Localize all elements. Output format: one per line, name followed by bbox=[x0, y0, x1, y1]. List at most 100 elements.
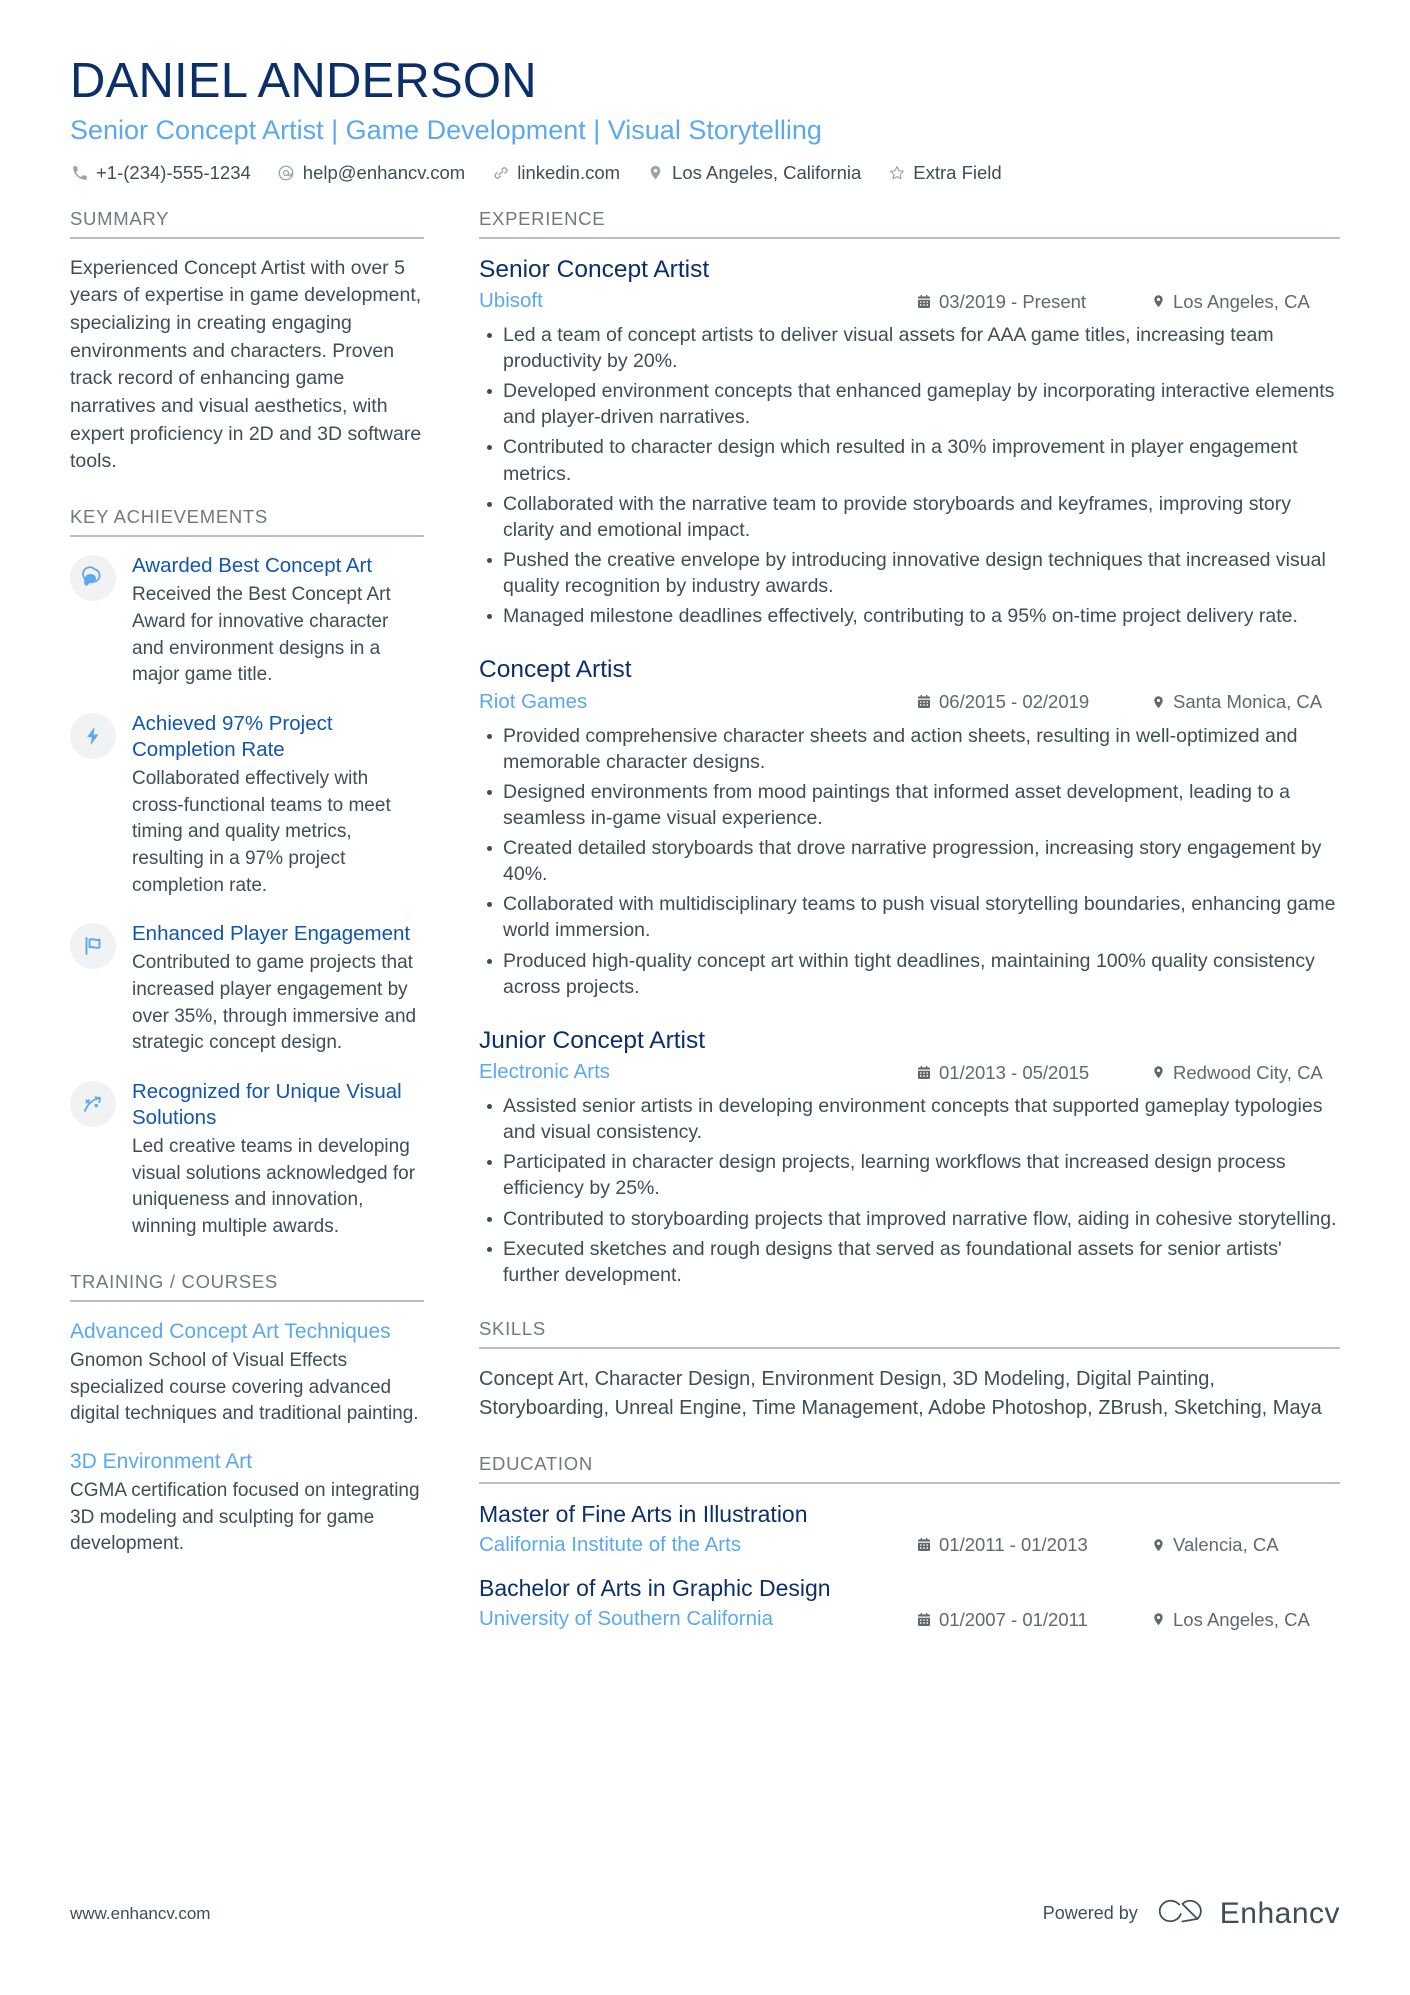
brand-lockup: Enhancv bbox=[1156, 1896, 1340, 1931]
job-role: Concept Artist bbox=[479, 656, 632, 684]
job-location: Santa Monica, CA bbox=[1150, 691, 1340, 713]
job-bullet: Collaborated with multidisciplinary team… bbox=[479, 891, 1340, 943]
contact-location: Los Angeles, California bbox=[646, 162, 861, 184]
job-bullet: Led a team of concept artists to deliver… bbox=[479, 322, 1340, 374]
job-bullet: Executed sketches and rough designs that… bbox=[479, 1236, 1340, 1288]
experience-item: Concept Artist Riot Games 06/2015 - 02/2… bbox=[479, 655, 1340, 1000]
education-location: Los Angeles, CA bbox=[1150, 1609, 1340, 1631]
education-school: University of Southern California bbox=[479, 1607, 773, 1631]
job-date: 06/2015 - 02/2019 bbox=[916, 691, 1126, 713]
job-bullet: Collaborated with the narrative team to … bbox=[479, 491, 1340, 543]
achievement-body: Enhanced Player Engagement Contributed t… bbox=[132, 921, 424, 1057]
footer-brand: Powered by Enhancv bbox=[1043, 1896, 1340, 1931]
education-degree: Bachelor of Arts in Graphic Design bbox=[479, 1575, 831, 1602]
job-role: Junior Concept Artist bbox=[479, 1026, 706, 1054]
location-pin-icon bbox=[1150, 293, 1166, 310]
section-title-experience: EXPERIENCE bbox=[479, 208, 1340, 239]
achievement-item: Enhanced Player Engagement Contributed t… bbox=[70, 921, 424, 1057]
email-icon bbox=[277, 163, 296, 182]
job-bullets: Led a team of concept artists to deliver… bbox=[479, 322, 1340, 629]
achievement-title: Awarded Best Concept Art bbox=[132, 554, 373, 578]
link-icon bbox=[491, 163, 510, 182]
location-pin-icon bbox=[1150, 1611, 1166, 1628]
contact-linkedin[interactable]: linkedin.com bbox=[491, 162, 620, 184]
training-title: Advanced Concept Art Techniques bbox=[70, 1319, 391, 1343]
achievement-title: Achieved 97% Project Completion Rate bbox=[132, 711, 333, 761]
lightning-bolt-icon bbox=[82, 724, 104, 748]
job-bullet: Developed environment concepts that enha… bbox=[479, 378, 1340, 430]
star-icon bbox=[887, 163, 906, 182]
job-bullet: Contributed to character design which re… bbox=[479, 434, 1340, 486]
footer-url[interactable]: www.enhancv.com bbox=[70, 1904, 210, 1924]
education-meta: University of Southern California 01/200… bbox=[479, 1606, 1340, 1633]
contact-phone-text: +1-(234)-555-1234 bbox=[96, 161, 251, 183]
job-location-text: Santa Monica, CA bbox=[1173, 691, 1323, 713]
headline: Senior Concept Artist | Game Development… bbox=[70, 114, 822, 145]
speech-bubble-pin-icon bbox=[81, 566, 105, 590]
training-item: 3D Environment Art CGMA certification fo… bbox=[70, 1448, 424, 1558]
job-company: Riot Games bbox=[479, 689, 588, 713]
achievement-item: Awarded Best Concept Art Received the Be… bbox=[70, 553, 424, 689]
section-training-courses: TRAINING / COURSES Advanced Concept Art … bbox=[70, 1271, 424, 1558]
education-location: Valencia, CA bbox=[1150, 1534, 1340, 1556]
job-bullet: Assisted senior artists in developing en… bbox=[479, 1093, 1340, 1145]
job-bullet: Participated in character design project… bbox=[479, 1149, 1340, 1201]
job-bullet: Provided comprehensive character sheets … bbox=[479, 723, 1340, 775]
achievement-icon-wrap bbox=[70, 1080, 116, 1127]
education-item: Master of Fine Arts in Illustration Cali… bbox=[479, 1500, 1340, 1559]
calendar-icon bbox=[916, 293, 932, 310]
training-desc: CGMA certification focused on integratin… bbox=[70, 1480, 420, 1555]
job-date: 01/2013 - 05/2015 bbox=[916, 1062, 1126, 1084]
location-pin-icon bbox=[646, 163, 665, 182]
flag-icon bbox=[81, 934, 105, 958]
contact-email-text: help@enhancv.com bbox=[302, 161, 466, 183]
education-school: California Institute of the Arts bbox=[479, 1532, 742, 1556]
achievement-icon-wrap bbox=[70, 555, 116, 602]
contact-extra-field: Extra Field bbox=[887, 162, 1002, 184]
education-location-text: Los Angeles, CA bbox=[1173, 1608, 1310, 1630]
section-title-training-courses: TRAINING / COURSES bbox=[70, 1271, 424, 1302]
section-education: EDUCATION Master of Fine Arts in Illustr… bbox=[479, 1453, 1340, 1633]
resume-header: DANIEL ANDERSON Senior Concept Artist | … bbox=[70, 55, 1340, 184]
location-pin-icon bbox=[1150, 1537, 1166, 1554]
contact-location-text: Los Angeles, California bbox=[672, 161, 862, 183]
contact-phone: +1-(234)-555-1234 bbox=[70, 162, 251, 184]
location-pin-icon bbox=[1150, 1064, 1166, 1081]
job-location-text: Los Angeles, CA bbox=[1173, 290, 1310, 312]
education-date: 01/2011 - 01/2013 bbox=[916, 1534, 1126, 1556]
strategy-arrow-icon bbox=[81, 1092, 105, 1116]
job-company: Electronic Arts bbox=[479, 1060, 611, 1084]
job-date-text: 03/2019 - Present bbox=[939, 290, 1087, 312]
experience-item: Junior Concept Artist Electronic Arts 01… bbox=[479, 1026, 1340, 1288]
job-bullet: Contributed to storyboarding projects th… bbox=[479, 1206, 1340, 1232]
job-location: Los Angeles, CA bbox=[1150, 291, 1340, 313]
experience-item: Senior Concept Artist Ubisoft 03/2019 - … bbox=[479, 255, 1340, 630]
section-title-key-achievements: KEY ACHIEVEMENTS bbox=[70, 506, 424, 538]
achievement-title: Enhanced Player Engagement bbox=[132, 922, 411, 946]
training-item: Advanced Concept Art Techniques Gnomon S… bbox=[70, 1318, 424, 1428]
education-degree: Master of Fine Arts in Illustration bbox=[479, 1500, 808, 1527]
calendar-icon bbox=[916, 1611, 932, 1628]
achievement-desc: Led creative teams in developing visual … bbox=[132, 1136, 416, 1238]
job-bullet: Produced high-quality concept art within… bbox=[479, 948, 1340, 1000]
summary-text: Experienced Concept Artist with over 5 y… bbox=[70, 256, 422, 473]
phone-icon bbox=[70, 163, 89, 182]
calendar-icon bbox=[916, 1537, 932, 1554]
job-date-text: 01/2013 - 05/2015 bbox=[939, 1061, 1090, 1083]
job-bullets: Assisted senior artists in developing en… bbox=[479, 1093, 1340, 1288]
brand-name: Enhancv bbox=[1219, 1896, 1340, 1930]
education-date: 01/2007 - 01/2011 bbox=[916, 1609, 1126, 1631]
page-title: DANIEL ANDERSON bbox=[70, 54, 537, 108]
section-experience: EXPERIENCE Senior Concept Artist Ubisoft bbox=[479, 208, 1340, 1288]
job-date-text: 06/2015 - 02/2019 bbox=[939, 691, 1090, 713]
training-title: 3D Environment Art bbox=[70, 1449, 253, 1473]
education-meta: California Institute of the Arts 01/2011… bbox=[479, 1532, 1340, 1559]
achievement-desc: Received the Best Concept Art Award for … bbox=[132, 584, 391, 686]
job-bullet: Designed environments from mood painting… bbox=[479, 779, 1340, 831]
achievement-body: Achieved 97% Project Completion Rate Col… bbox=[132, 711, 424, 899]
job-meta: Ubisoft 03/2019 - Present Los Angeles, C… bbox=[479, 288, 1340, 315]
education-item: Bachelor of Arts in Graphic Design Unive… bbox=[479, 1574, 1340, 1633]
job-meta: Riot Games 06/2015 - 02/2019 Santa Monic… bbox=[479, 689, 1340, 716]
enhancv-logo-icon bbox=[1156, 1896, 1208, 1931]
calendar-icon bbox=[916, 1064, 932, 1081]
